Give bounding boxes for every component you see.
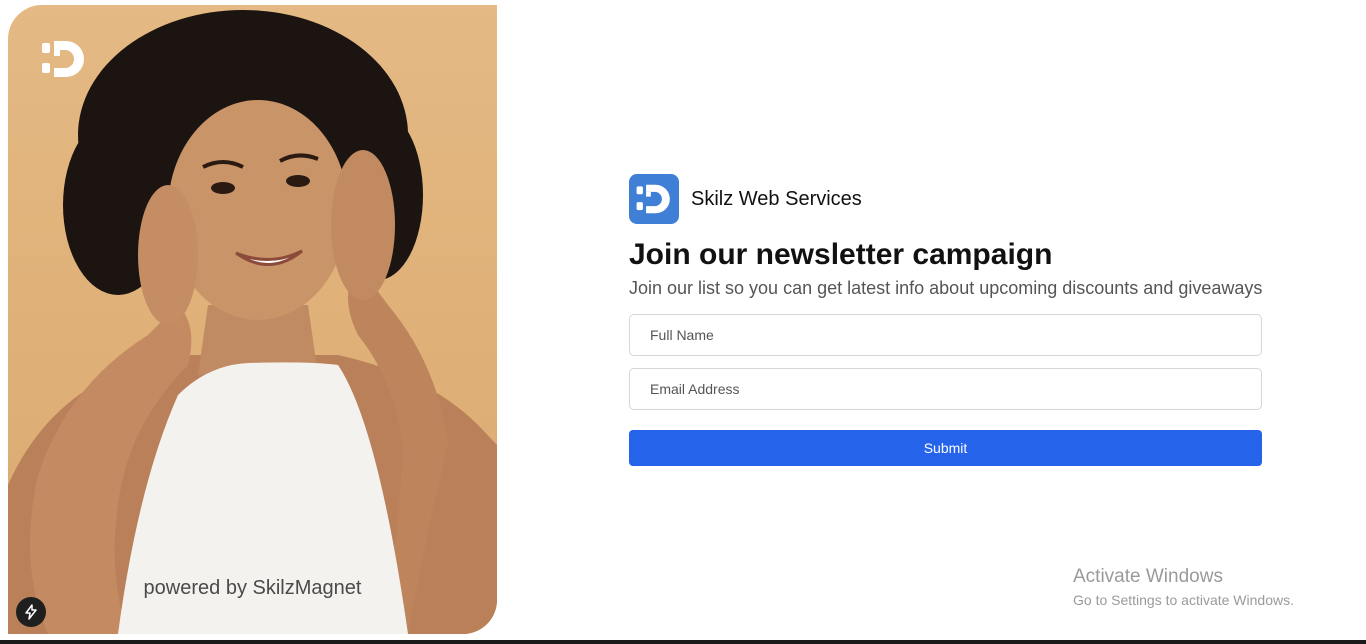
hero-image-panel: powered by SkilzMagnet <box>8 5 497 634</box>
hero-photo <box>8 10 497 634</box>
lightning-bolt-button[interactable] <box>16 597 46 627</box>
powered-by-label: powered by SkilzMagnet <box>143 577 362 599</box>
page-subtitle: Join our list so you can get latest info… <box>629 278 1263 298</box>
email-input[interactable] <box>629 368 1262 410</box>
skilz-logo-icon <box>636 184 670 214</box>
brand-header: Skilz Web Services <box>629 174 1262 224</box>
lightning-bolt-icon <box>25 604 37 620</box>
full-name-input[interactable] <box>629 314 1262 356</box>
windows-activation-watermark: Activate Windows Go to Settings to activ… <box>1073 566 1294 608</box>
watermark-subtitle: Go to Settings to activate Windows. <box>1073 592 1294 608</box>
taskbar-edge <box>0 640 1366 644</box>
brand-name: Skilz Web Services <box>691 187 862 210</box>
page-title: Join our newsletter campaign <box>629 238 1053 271</box>
submit-button[interactable]: Submit <box>629 430 1262 466</box>
watermark-title: Activate Windows <box>1073 566 1223 587</box>
newsletter-form: Skilz Web Services Join our newsletter c… <box>629 174 1262 466</box>
brand-logo <box>629 174 679 224</box>
skilz-logo-icon <box>42 41 84 77</box>
